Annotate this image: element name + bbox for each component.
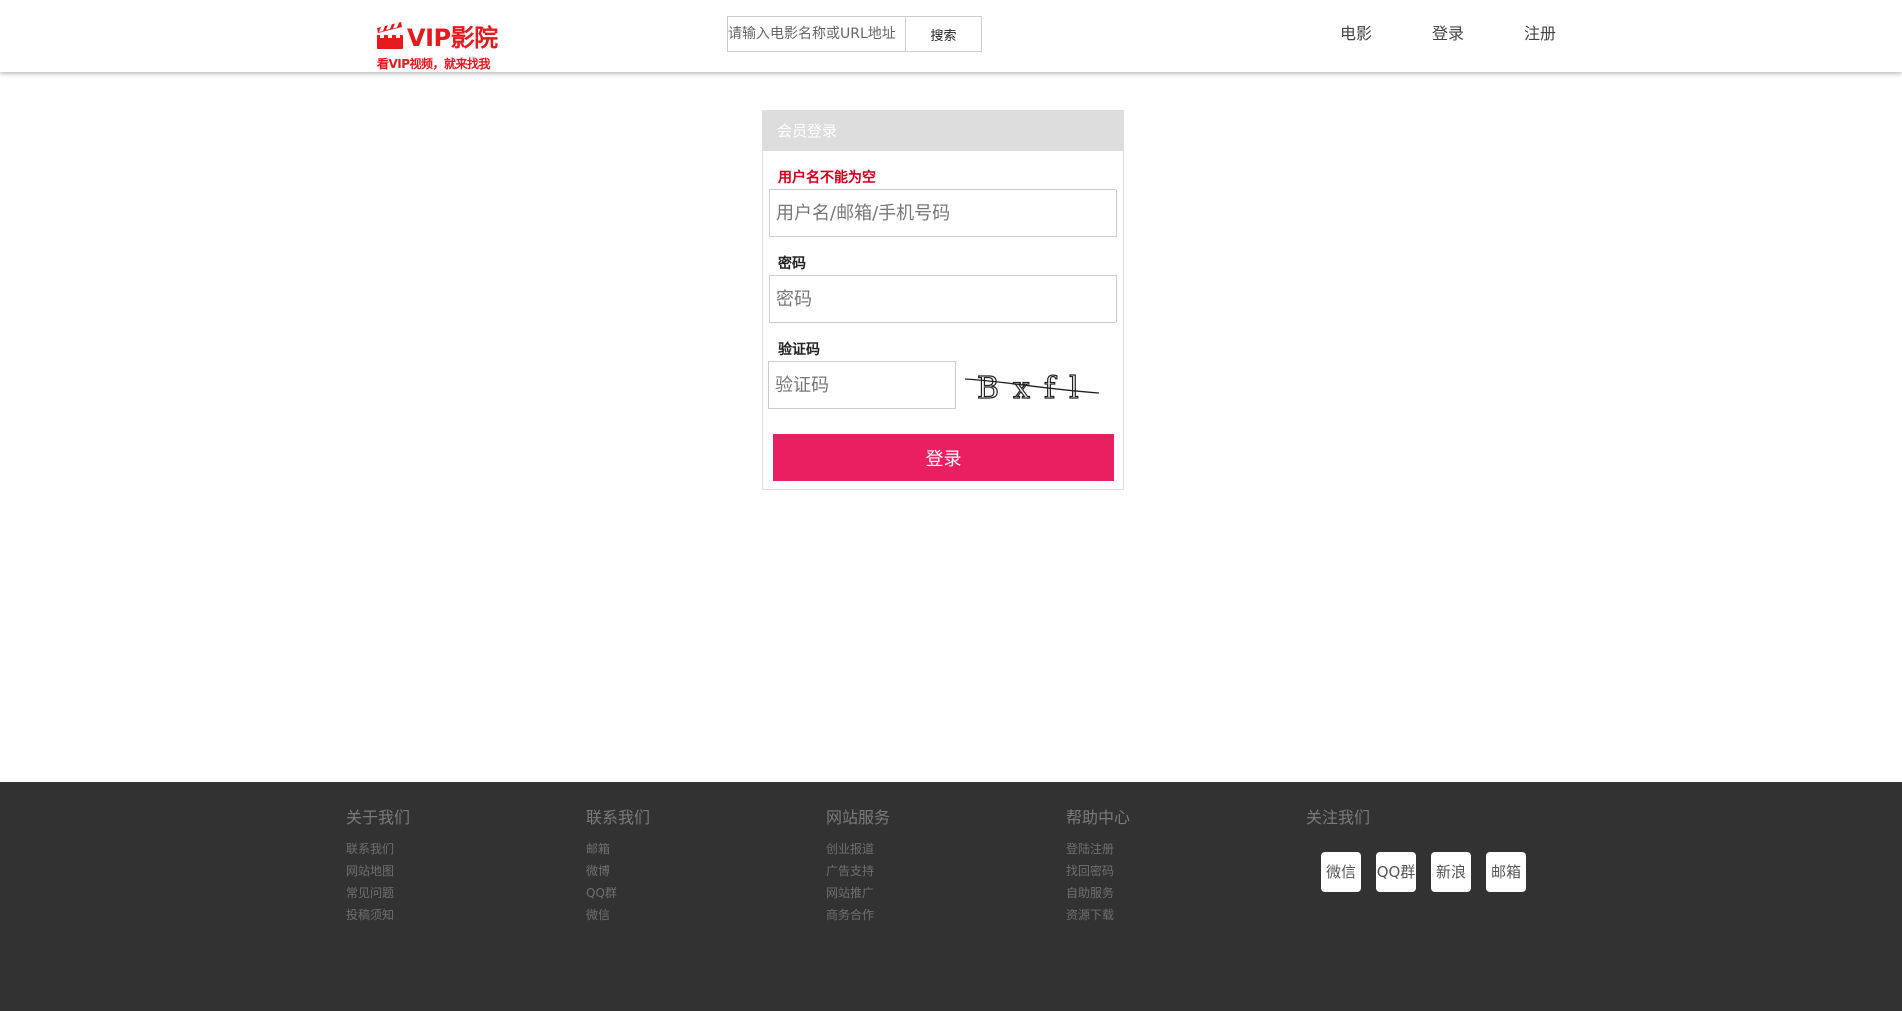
footer-link[interactable]: 微博 xyxy=(586,860,786,882)
footer-link[interactable]: 登陆注册 xyxy=(1066,838,1266,860)
footer-col-title: 关注我们 xyxy=(1306,808,1371,827)
footer-link[interactable]: 资源下载 xyxy=(1066,904,1266,926)
nav-item-movies[interactable]: 电影 xyxy=(1340,20,1432,44)
footer-col-contact: 联系我们 邮箱 微博 QQ群 微信 xyxy=(586,804,786,926)
login-title: 会员登录 xyxy=(763,111,1123,151)
clapperboard-icon xyxy=(377,21,403,49)
captcha-image[interactable]: Bxfl xyxy=(963,363,1103,413)
footer-col-services: 网站服务 创业报道 广告支持 网站推广 商务合作 xyxy=(826,804,1026,926)
login-submit-button[interactable]: 登录 xyxy=(773,434,1114,481)
footer-col-title: 帮助中心 xyxy=(1066,808,1131,827)
search-input[interactable] xyxy=(727,16,905,52)
social-wechat-button[interactable]: 微信 xyxy=(1321,852,1361,892)
nav-item-register[interactable]: 注册 xyxy=(1524,20,1616,44)
captcha-label: 验证码 xyxy=(778,342,820,358)
footer-link[interactable]: 创业报道 xyxy=(826,838,1026,860)
footer-link[interactable]: QQ群 xyxy=(586,882,786,904)
logo-slogan: 看VIP视频，就来找我 xyxy=(377,57,491,71)
footer-link[interactable]: 网站推广 xyxy=(826,882,1026,904)
footer-link[interactable]: 网站地图 xyxy=(346,860,546,882)
login-panel: 会员登录 用户名不能为空 密码 验证码 Bxfl 登录 xyxy=(762,110,1124,490)
footer-link[interactable]: 微信 xyxy=(586,904,786,926)
nav-item-login[interactable]: 登录 xyxy=(1432,20,1524,44)
footer-link[interactable]: 邮箱 xyxy=(586,838,786,860)
footer-col-title: 网站服务 xyxy=(826,808,891,827)
social-buttons: 微信 QQ群 新浪 邮箱 xyxy=(1321,852,1541,892)
username-input[interactable] xyxy=(769,189,1117,237)
social-weibo-button[interactable]: 新浪 xyxy=(1431,852,1471,892)
footer-col-title: 关于我们 xyxy=(346,808,411,827)
footer-link[interactable]: 广告支持 xyxy=(826,860,1026,882)
site-header: VIP影院 看VIP视频，就来找我 搜索 电影 登录 注册 xyxy=(0,0,1902,72)
search-bar: 搜索 xyxy=(727,16,982,52)
footer-col-help: 帮助中心 登陆注册 找回密码 自助服务 资源下载 xyxy=(1066,804,1266,926)
main-nav: 电影 登录 注册 xyxy=(1340,20,1616,44)
username-error: 用户名不能为空 xyxy=(778,170,876,186)
password-label: 密码 xyxy=(778,256,806,272)
search-button[interactable]: 搜索 xyxy=(905,16,982,52)
captcha-text: Bxfl xyxy=(977,371,1093,406)
footer-link[interactable]: 自助服务 xyxy=(1066,882,1266,904)
site-logo[interactable]: VIP影院 看VIP视频，就来找我 xyxy=(375,18,515,72)
footer-link[interactable]: 投稿须知 xyxy=(346,904,546,926)
social-email-button[interactable]: 邮箱 xyxy=(1486,852,1526,892)
social-qq-button[interactable]: QQ群 xyxy=(1376,852,1416,892)
footer-link[interactable]: 找回密码 xyxy=(1066,860,1266,882)
footer-col-about: 关于我们 联系我们 网站地图 常见问题 投稿须知 xyxy=(346,804,546,926)
footer-link[interactable]: 常见问题 xyxy=(346,882,546,904)
logo-title: VIP影院 xyxy=(407,24,498,52)
site-footer: 关于我们 联系我们 网站地图 常见问题 投稿须知 联系我们 邮箱 微博 QQ群 … xyxy=(0,782,1902,1011)
footer-col-follow: 关注我们 xyxy=(1306,804,1506,838)
footer-link[interactable]: 联系我们 xyxy=(346,838,546,860)
captcha-input[interactable] xyxy=(768,361,956,409)
footer-col-title: 联系我们 xyxy=(586,808,651,827)
footer-link[interactable]: 商务合作 xyxy=(826,904,1026,926)
password-input[interactable] xyxy=(769,275,1117,323)
